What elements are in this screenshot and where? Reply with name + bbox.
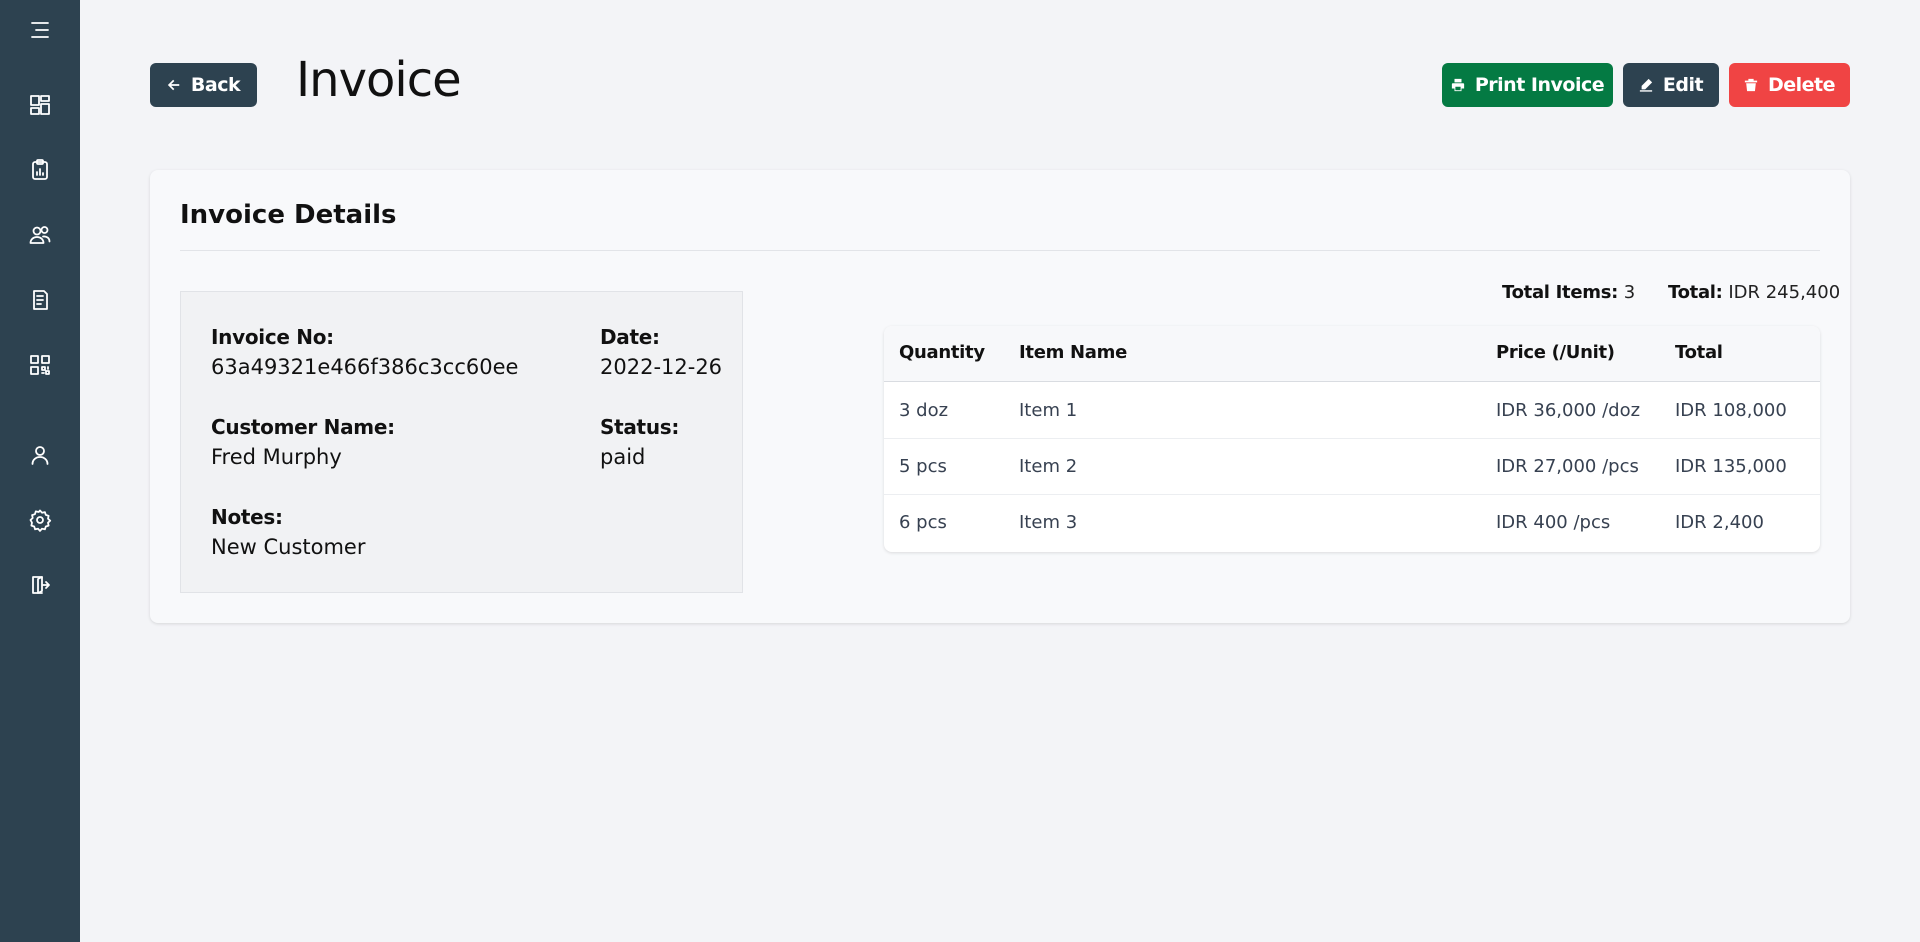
delete-button-label: Delete [1767,74,1836,96]
invoice-no-label: Invoice No: [211,325,334,349]
cell-quantity: 5 pcs [899,456,947,477]
qr-code-icon[interactable] [22,347,58,383]
document-icon[interactable] [22,282,58,318]
invoice-no-value: 63a49321e466f386c3cc60ee [211,355,519,379]
status-value: paid [600,445,646,469]
cell-total: IDR 135,000 [1675,456,1787,477]
header-item-name: Item Name [1019,342,1128,363]
card-title: Invoice Details [180,200,397,230]
page-title: Invoice [296,52,462,108]
total-items-label: Total Items: [1502,282,1619,303]
notes-label: Notes: [211,505,283,529]
status-label: Status: [600,415,680,439]
grand-total-label: Total: [1668,282,1723,303]
printer-icon [1451,78,1464,92]
cell-quantity: 3 doz [899,400,949,421]
items-table: Quantity Item Name Price (/Unit) Total 3… [884,326,1820,552]
header-quantity: Quantity [899,342,985,363]
table-row: 6 pcs Item 3 IDR 400 /pcs IDR 2,400 [884,495,1820,551]
cell-item-name: Item 2 [1019,456,1078,477]
print-invoice-button[interactable]: Print Invoice [1442,63,1613,107]
edit-button[interactable]: Edit [1623,63,1719,107]
settings-icon[interactable] [22,502,58,538]
logout-icon[interactable] [22,567,58,603]
clipboard-chart-icon[interactable] [22,152,58,188]
invoice-info-box: Invoice No: 63a49321e466f386c3cc60ee Dat… [180,291,743,593]
table-row: 5 pcs Item 2 IDR 27,000 /pcs IDR 135,000 [884,439,1820,495]
date-label: Date: [600,325,660,349]
arrow-left-icon [167,79,180,91]
table-row: 3 doz Item 1 IDR 36,000 /doz IDR 108,000 [884,383,1820,439]
customer-name-label: Customer Name: [211,415,395,439]
invoice-details-card: Invoice Details Invoice No: 63a49321e466… [150,170,1850,623]
grand-total: Total: IDR 245,400 [1668,282,1840,303]
dashboard-icon[interactable] [22,87,58,123]
back-button[interactable]: Back [150,63,257,107]
menu-icon[interactable] [22,12,58,48]
delete-button[interactable]: Delete [1729,63,1850,107]
user-icon[interactable] [22,437,58,473]
edit-button-label: Edit [1662,74,1704,96]
cell-quantity: 6 pcs [899,512,947,533]
grand-total-value: IDR 245,400 [1728,282,1841,303]
total-items-value: 3 [1623,282,1636,303]
sidebar [0,0,80,942]
header-price: Price (/Unit) [1496,342,1615,363]
cell-price: IDR 36,000 /doz [1496,400,1641,421]
trash-icon [1744,78,1758,92]
back-button-label: Back [190,74,241,96]
date-value: 2022-12-26 [600,355,723,379]
card-divider [180,250,1820,251]
table-header: Quantity Item Name Price (/Unit) Total [884,326,1820,382]
cell-item-name: Item 1 [1019,400,1078,421]
customer-name-value: Fred Murphy [211,445,342,469]
header-total: Total [1675,342,1723,363]
cell-total: IDR 108,000 [1675,400,1787,421]
notes-value: New Customer [211,535,366,559]
users-icon[interactable] [22,217,58,253]
cell-price: IDR 27,000 /pcs [1496,456,1639,477]
total-items: Total Items: 3 [1502,282,1635,303]
cell-price: IDR 400 /pcs [1496,512,1611,533]
cell-total: IDR 2,400 [1675,512,1764,533]
pencil-icon [1639,78,1653,92]
print-invoice-label: Print Invoice [1474,74,1605,96]
cell-item-name: Item 3 [1019,512,1078,533]
